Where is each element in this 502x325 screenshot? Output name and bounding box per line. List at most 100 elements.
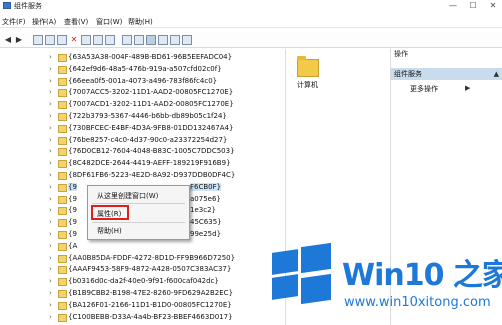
minimize-button[interactable]: — (446, 0, 460, 11)
folder-icon (58, 65, 67, 74)
expand-arrow-icon[interactable]: › (49, 277, 52, 285)
app-icon (3, 2, 11, 9)
tree-item[interactable]: › {76be8257-c4c0-4d37-90c0-a23372254d27} (0, 135, 284, 147)
tree-item[interactable]: › {BA126F01-2166-11D1-B1D0-00805FC1270E} (0, 300, 284, 312)
expand-arrow-icon[interactable]: › (49, 206, 52, 214)
expand-arrow-icon[interactable]: › (49, 301, 52, 309)
more-actions-label: 更多操作 (410, 85, 438, 93)
expand-arrow-icon[interactable]: › (49, 88, 52, 96)
expand-arrow-icon[interactable]: › (49, 100, 52, 108)
expand-arrow-icon[interactable]: › (49, 112, 52, 120)
help-icon[interactable] (105, 35, 115, 45)
tree-item[interactable]: › {66eea0f5-001a-4073-a496-783f86fc4c0} (0, 76, 284, 88)
expand-arrow-icon[interactable]: › (49, 65, 52, 73)
folder-icon (58, 242, 67, 251)
tree-item-label: {C100BEBB-D33A-4a4b-BF23-BBEF4663D017} (68, 312, 233, 321)
collapse-icon[interactable]: ▲ (494, 68, 499, 80)
delete-icon[interactable]: ✕ (69, 35, 79, 45)
menu-window[interactable]: 窗口(W) (96, 17, 122, 27)
folder-icon (58, 183, 67, 192)
expand-arrow-icon[interactable]: › (49, 77, 52, 85)
tree-item[interactable]: › {C100BEBB-D33A-4a4b-BF23-BBEF4663D017} (0, 312, 284, 324)
tree-item-label: {63A53A38-004F-489B-BD61-96B5EEFADC04} (68, 53, 233, 61)
actions-group-label: 组件服务 (394, 70, 422, 78)
expand-arrow-icon[interactable]: › (49, 53, 52, 61)
up-icon[interactable] (33, 35, 43, 45)
context-new-window[interactable]: 从这里创建窗口(W) (97, 191, 158, 201)
details-icon[interactable] (158, 35, 168, 45)
expand-arrow-icon[interactable]: › (49, 254, 52, 262)
expand-arrow-icon[interactable]: › (49, 313, 52, 321)
tree-item[interactable]: › {8C482DCE-2644-4419-AEFF-189219F916B9} (0, 158, 284, 170)
actions-group[interactable]: 组件服务 ▲ (391, 68, 502, 80)
actions-header: 操作 (394, 50, 408, 58)
tree-item-label: {76D0CB12-7604-4048-B83C-1005C7DDC503} (68, 147, 235, 156)
folder-icon (58, 136, 67, 145)
tree-item[interactable]: › {AAAF9453-58F9-4872-A428-0507C383AC37} (0, 264, 284, 276)
expand-arrow-icon[interactable]: › (49, 265, 52, 273)
tree-item[interactable]: › {7007ACD1-3202-11D1-AAD2-00805FC1270E} (0, 99, 284, 111)
tree-item[interactable]: › {AA0B85DA-FDDF-4272-8D1D-FF9B966D7250} (0, 253, 284, 265)
forward-icon[interactable]: ▶ (14, 35, 24, 45)
maximize-button[interactable]: ☐ (466, 0, 480, 11)
tree-item-label: {9 (68, 206, 77, 215)
expand-arrow-icon[interactable]: › (49, 147, 52, 155)
title-bar: 组件服务 — ☐ ✕ (0, 0, 502, 11)
tree-item[interactable]: › {642ef9d6-48a5-476b-919a-a507cfd02c0f} (0, 64, 284, 76)
expand-arrow-icon[interactable]: › (49, 242, 52, 250)
tree-item-suffix: 99e25d} (190, 230, 222, 238)
more-actions[interactable]: 更多操作 ▶ (410, 84, 470, 94)
expand-arrow-icon[interactable]: › (49, 171, 52, 179)
tree-item[interactable]: › {B1B9CBB2-B198-47E2-8260-9FD629A2B2EC} (0, 288, 284, 300)
component-services-window: 组件服务 — ☐ ✕ 文件(F) 操作(A) 查看(V) 窗口(W) 帮助(H)… (0, 0, 502, 325)
tree-item[interactable]: › {722b3793-5367-4446-b6bb-db89b05c1f24} (0, 111, 284, 123)
large-icons-icon[interactable] (122, 35, 132, 45)
menu-action[interactable]: 操作(A) (32, 17, 56, 27)
expand-arrow-icon[interactable]: › (49, 218, 52, 226)
context-help[interactable]: 帮助(H) (97, 226, 122, 236)
folder-icon (58, 207, 67, 216)
menu-file[interactable]: 文件(F) (2, 17, 26, 27)
export-icon[interactable] (93, 35, 103, 45)
new-icon[interactable] (170, 35, 180, 45)
folder-icon (58, 160, 67, 169)
folder-icon (58, 313, 67, 322)
expand-arrow-icon[interactable]: › (49, 136, 52, 144)
show-tree-icon[interactable] (45, 35, 55, 45)
refresh-icon[interactable] (81, 35, 91, 45)
menu-help[interactable]: 帮助(H) (128, 17, 153, 27)
tree-item[interactable]: › {730BFCEC-E4BF-4D3A-9FB8-01DD132467A4} (0, 123, 284, 135)
computers-folder-icon[interactable] (297, 56, 319, 77)
small-icons-icon[interactable] (134, 35, 144, 45)
folder-icon (58, 172, 67, 180)
tree-item[interactable]: › {7007ACC5-3202-11D1-AAD2-00805FC1270E} (0, 87, 284, 99)
close-button[interactable]: ✕ (486, 0, 500, 11)
tree-item-suffix: 45C635} (190, 218, 222, 227)
menu-view[interactable]: 查看(V) (64, 17, 88, 27)
tree-item[interactable]: › {8DF61FB6-5223-4E2D-8A92-D937DDB0DF4C} (0, 170, 284, 182)
back-icon[interactable]: ◀ (3, 35, 13, 45)
tree-item-label: {730BFCEC-E4BF-4D3A-9FB8-01DD132467A4} (68, 123, 234, 132)
expand-arrow-icon[interactable]: › (49, 230, 52, 238)
context-menu: 从这里创建窗口(W) 属性(R) 帮助(H) (87, 185, 190, 240)
tree-item-label: {9 (68, 218, 77, 227)
copy-icon[interactable] (57, 35, 67, 45)
expand-arrow-icon[interactable]: › (49, 195, 52, 203)
expand-arrow-icon[interactable]: › (49, 124, 52, 132)
expand-arrow-icon[interactable]: › (49, 289, 52, 297)
tree-item[interactable]: › {b0316d0c-da2f-40e0-9f91-f600caf042dc} (0, 276, 284, 288)
tree-item[interactable]: › {63A53A38-004F-489B-BD61-96B5EEFADC04} (0, 52, 284, 64)
tree-item[interactable]: › {76D0CB12-7604-4048-B83C-1005C7DDC503} (0, 146, 284, 158)
tree-item-label: {66eea0f5-001a-4073-a496-783f86fc4c0} (68, 76, 218, 85)
tree-item[interactable]: › {A (0, 241, 284, 253)
tree-item-label: {B1B9CBB2-B198-47E2-8260-9FD629A2B2EC} (68, 289, 234, 297)
menu-bar: 文件(F) 操作(A) 查看(V) 窗口(W) 帮助(H) (0, 15, 502, 28)
expand-arrow-icon[interactable]: › (49, 183, 52, 191)
expand-arrow-icon[interactable]: › (49, 159, 52, 167)
toolbar: ◀ ▶ ✕ (0, 33, 502, 48)
context-properties[interactable]: 属性(R) (97, 209, 121, 219)
properties-icon[interactable] (182, 35, 192, 45)
folder-icon (58, 124, 67, 133)
list-icon[interactable] (146, 35, 156, 45)
computers-folder-label[interactable]: 计算机 (297, 80, 318, 90)
